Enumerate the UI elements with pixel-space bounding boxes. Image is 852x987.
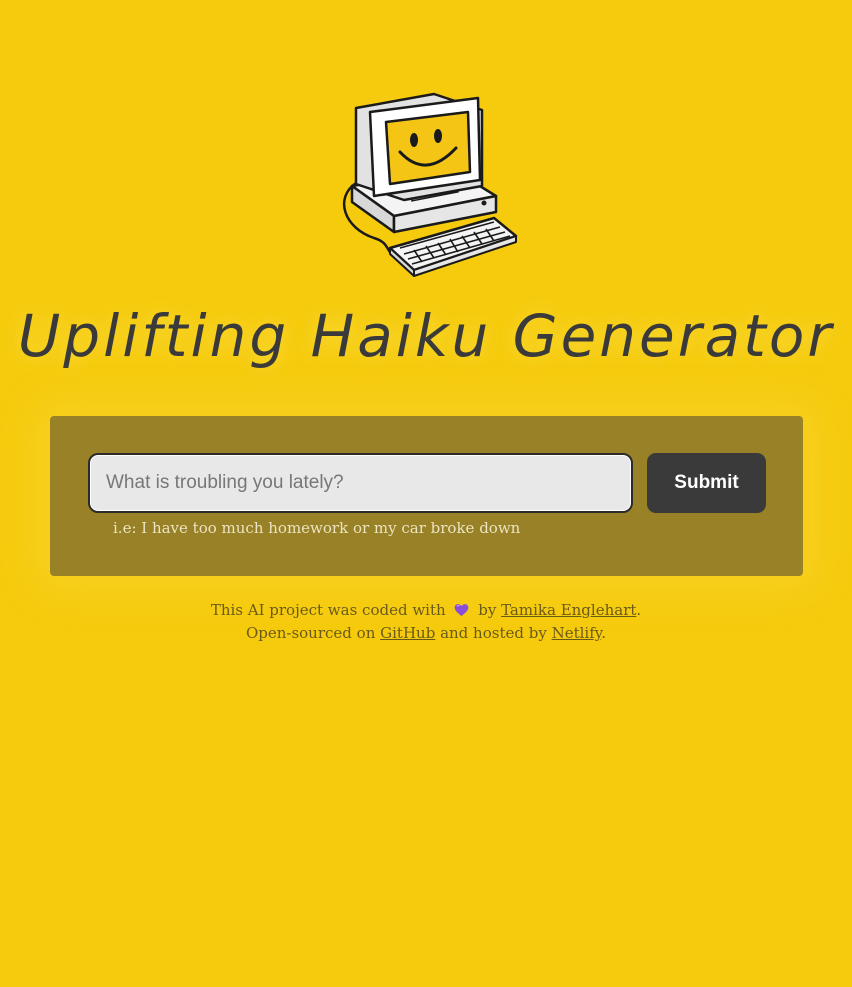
purple-heart-icon	[454, 602, 469, 623]
input-hint: i.e: I have too much homework or my car …	[113, 519, 521, 537]
footer-line-credit: This AI project was coded with by Tamika…	[0, 600, 852, 623]
page: Uplifting Haiku Generator Submit i.e: I …	[0, 0, 852, 987]
netlify-link[interactable]: Netlify	[552, 624, 602, 642]
footer-opensource-text: Open-sourced on	[245, 624, 376, 642]
footer-line-hosting: Open-sourced on GitHub and hosted by Net…	[0, 623, 852, 644]
github-link[interactable]: GitHub	[380, 624, 435, 642]
footer-period: .	[636, 601, 642, 619]
author-link[interactable]: Tamika Englehart	[501, 601, 636, 619]
footer-hosted-text: and hosted by	[440, 624, 547, 642]
search-field-wrapper	[88, 453, 633, 513]
submit-button[interactable]: Submit	[647, 453, 766, 513]
trouble-input[interactable]	[88, 453, 633, 513]
footer-period-2: .	[601, 624, 607, 642]
smiling-computer-icon	[334, 88, 520, 278]
footer: This AI project was coded with by Tamika…	[0, 600, 852, 644]
footer-by-text: by	[478, 601, 497, 619]
page-title: Uplifting Haiku Generator	[17, 302, 835, 370]
footer-credit-text: This AI project was coded with	[210, 601, 446, 619]
haiku-form-panel: Submit i.e: I have too much homework or …	[50, 416, 803, 576]
